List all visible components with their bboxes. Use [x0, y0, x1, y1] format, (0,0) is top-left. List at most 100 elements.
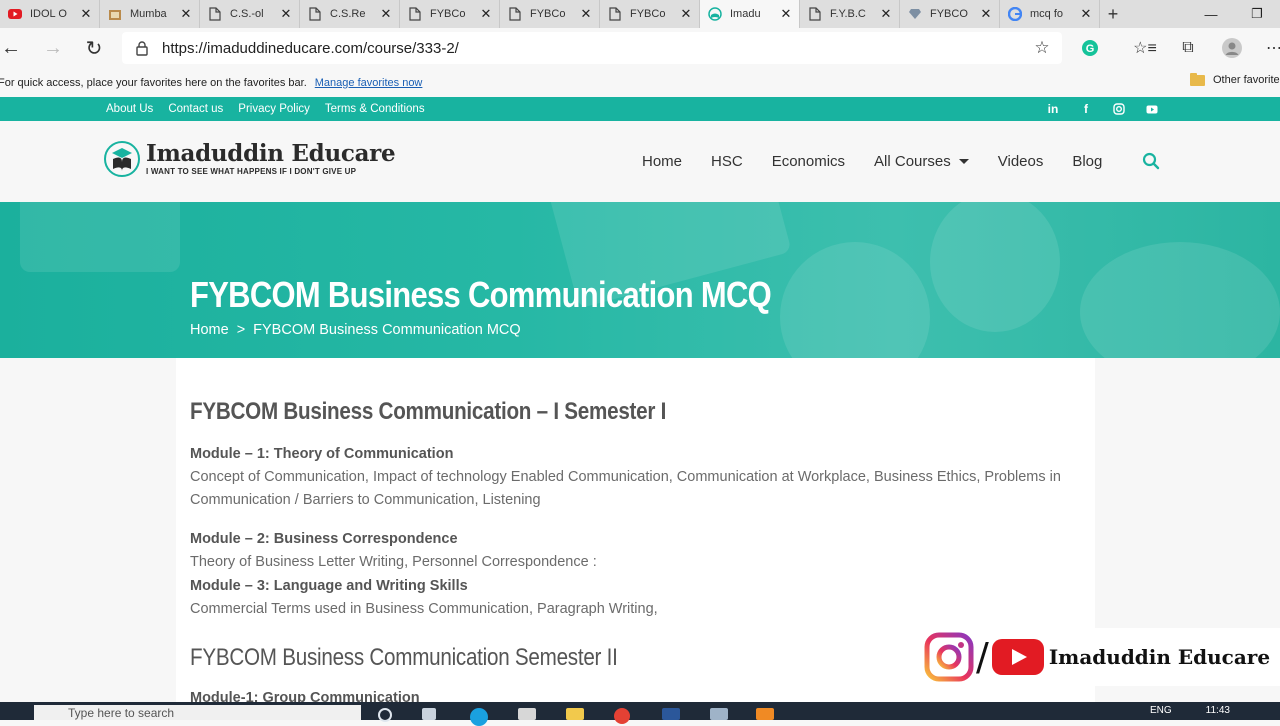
- favorites-bar: For quick access, place your favorites h…: [0, 68, 1280, 97]
- forward-icon[interactable]: →: [22, 28, 84, 68]
- close-tab-icon[interactable]: ✕: [579, 6, 593, 22]
- breadcrumb: Home > FYBCOM Business Communication MCQ: [190, 322, 529, 338]
- manage-favorites-link[interactable]: Manage favorites now: [315, 77, 423, 89]
- more-options-icon[interactable]: ⋯: [1256, 28, 1280, 68]
- lock-icon: [122, 40, 162, 56]
- nav-economics[interactable]: Economics: [772, 153, 845, 170]
- tab[interactable]: FYBCo ✕: [400, 0, 500, 28]
- clock[interactable]: 11:43: [1206, 705, 1230, 716]
- back-icon[interactable]: ←: [0, 28, 22, 68]
- tab-active[interactable]: Imadu ✕: [700, 0, 800, 28]
- chrome-icon[interactable]: [614, 708, 630, 724]
- windows-taskbar: Type here to search ENG 11:43: [0, 702, 1280, 726]
- youtube-icon: [8, 7, 22, 21]
- nav-label: Videos: [997, 153, 1044, 170]
- nav-label: HSC: [711, 153, 743, 170]
- instagram-icon[interactable]: [1110, 103, 1128, 115]
- instagram-logo-icon: [924, 632, 974, 682]
- module-1-title: Module – 1: Theory of Communication: [190, 446, 454, 462]
- address-row: ← → ↻ https://imaduddineducare.com/cours…: [0, 28, 1280, 68]
- tab[interactable]: IDOL O ✕: [0, 0, 100, 28]
- terms-link[interactable]: Terms & Conditions: [325, 103, 425, 115]
- nav-hsc[interactable]: HSC: [711, 153, 743, 170]
- file-explorer-icon[interactable]: [566, 708, 584, 720]
- word-icon[interactable]: [662, 708, 680, 720]
- refresh-icon[interactable]: ↻: [84, 28, 104, 68]
- grammarly-icon[interactable]: G: [1072, 28, 1108, 68]
- tab[interactable]: Mumba ✕: [100, 0, 200, 28]
- favorite-star-icon[interactable]: ☆: [1022, 38, 1062, 58]
- tab-title: Mumba: [130, 8, 167, 20]
- logo-name: Imaduddin Educare: [146, 140, 396, 167]
- page-icon: [808, 7, 822, 21]
- tab[interactable]: mcq fo ✕: [1000, 0, 1100, 28]
- taskbar-search[interactable]: Type here to search: [34, 705, 361, 720]
- close-tab-icon[interactable]: ✕: [879, 6, 893, 22]
- tab[interactable]: FYBCo ✕: [500, 0, 600, 28]
- language-indicator[interactable]: ENG: [1150, 705, 1172, 716]
- module-2-description: Theory of Business Letter Writing, Perso…: [190, 554, 597, 570]
- close-tab-icon[interactable]: ✕: [79, 6, 93, 22]
- hero-photo-shape: [20, 202, 180, 272]
- close-tab-icon[interactable]: ✕: [979, 6, 993, 22]
- close-tab-icon[interactable]: ✕: [479, 6, 493, 22]
- privacy-policy-link[interactable]: Privacy Policy: [238, 103, 310, 115]
- folder-icon: [1190, 72, 1205, 86]
- tab-title: C.S.Re: [330, 8, 366, 20]
- nav-label: All Courses: [874, 153, 951, 170]
- url-text: https://imaduddineducare.com/course/333-…: [162, 39, 459, 57]
- tab[interactable]: F.Y.B.C ✕: [800, 0, 900, 28]
- nav-blog[interactable]: Blog: [1072, 153, 1102, 170]
- nav-videos[interactable]: Videos: [998, 153, 1044, 170]
- close-tab-icon[interactable]: ✕: [779, 6, 793, 22]
- module-1-description: Concept of Communication, Impact of tech…: [190, 469, 1061, 508]
- other-favorites-label: Other favorites: [1213, 74, 1280, 86]
- favorites-list-icon[interactable]: ☆≡: [1127, 28, 1163, 68]
- facebook-icon[interactable]: f: [1077, 102, 1095, 116]
- university-icon: [108, 7, 122, 21]
- tab[interactable]: FYBCO ✕: [900, 0, 1000, 28]
- store-icon[interactable]: [518, 708, 536, 720]
- nav-home[interactable]: Home: [642, 153, 682, 170]
- hero-photo-shape: [930, 202, 1060, 332]
- tab[interactable]: FYBCo ✕: [600, 0, 700, 28]
- tab-title: FYBCo: [630, 8, 666, 20]
- tab[interactable]: C.S.Re ✕: [300, 0, 400, 28]
- window-controls: — ❐: [1188, 0, 1280, 28]
- minimize-icon[interactable]: —: [1188, 0, 1234, 28]
- other-favorites-button[interactable]: Other favorites: [1190, 72, 1280, 86]
- new-tab-button[interactable]: +: [1100, 0, 1126, 28]
- nav-all-courses[interactable]: All Courses: [874, 153, 969, 170]
- nav-label: Economics: [771, 153, 846, 170]
- restore-icon[interactable]: ❐: [1234, 0, 1280, 28]
- close-tab-icon[interactable]: ✕: [1079, 6, 1093, 22]
- watermark-brand: Imaduddin Educare: [1048, 645, 1271, 669]
- close-tab-icon[interactable]: ✕: [679, 6, 693, 22]
- top-links: About Us Contact us Privacy Policy Terms…: [106, 97, 440, 121]
- search-icon[interactable]: [1142, 152, 1160, 170]
- site-logo[interactable]: Imaduddin Educare I WANT TO SEE WHAT HAP…: [104, 139, 396, 179]
- address-bar[interactable]: https://imaduddineducare.com/course/333-…: [122, 32, 1062, 64]
- edge-icon[interactable]: [470, 708, 488, 726]
- tab-title: mcq fo: [1030, 8, 1064, 20]
- breadcrumb-home[interactable]: Home: [190, 322, 229, 338]
- semester-1-heading: FYBCOM Business Communication – I Semest…: [190, 398, 667, 425]
- tab-title: IDOL O: [30, 8, 67, 20]
- tab[interactable]: C.S.-ol ✕: [200, 0, 300, 28]
- tab-title: FYBCo: [430, 8, 466, 20]
- app-icon[interactable]: [710, 708, 728, 720]
- logo-book-icon: [104, 141, 140, 177]
- close-tab-icon[interactable]: ✕: [179, 6, 193, 22]
- page-icon: [608, 7, 622, 21]
- task-view-icon[interactable]: [422, 708, 436, 720]
- linkedin-icon[interactable]: in: [1044, 102, 1062, 116]
- contact-us-link[interactable]: Contact us: [168, 103, 223, 115]
- youtube-icon[interactable]: [1143, 103, 1161, 115]
- app-icon[interactable]: [756, 708, 774, 720]
- close-tab-icon[interactable]: ✕: [279, 6, 293, 22]
- about-us-link[interactable]: About Us: [106, 103, 153, 115]
- close-tab-icon[interactable]: ✕: [379, 6, 393, 22]
- collections-icon[interactable]: ⧉: [1170, 28, 1206, 68]
- breadcrumb-separator: >: [236, 322, 246, 338]
- profile-avatar-icon[interactable]: [1214, 28, 1250, 68]
